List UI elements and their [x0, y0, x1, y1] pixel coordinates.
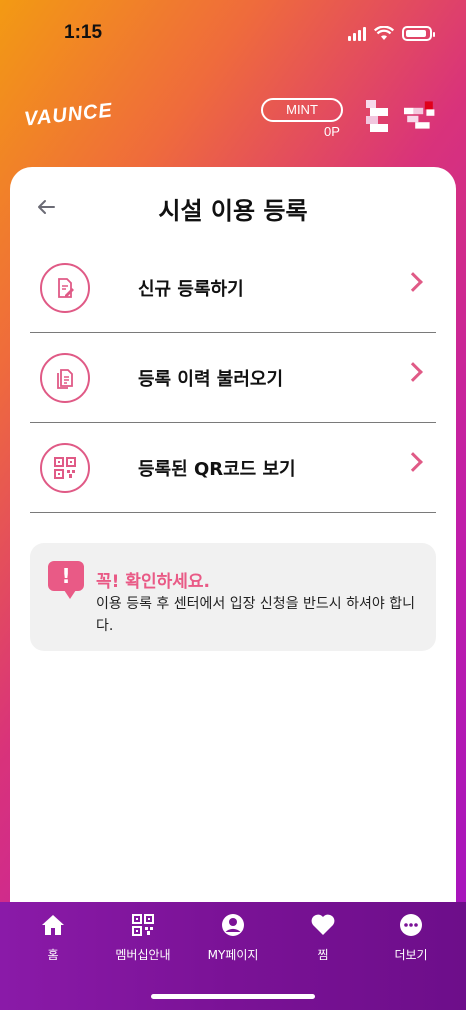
tab-more[interactable]: 더보기: [366, 912, 456, 963]
tab-label: 멤버십안내: [115, 948, 171, 962]
notice-body: 이용 등록 후 센터에서 입장 신청을 반드시 하셔야 합니다.: [96, 596, 415, 634]
menu-item-label: 등록된 QR코드 보기: [138, 458, 296, 480]
tab-label: MY페이지: [207, 948, 259, 962]
heart-icon: [278, 912, 368, 938]
new-registration-item[interactable]: 신규 등록하기: [30, 243, 436, 333]
home-icon: [8, 912, 98, 938]
registration-history-item[interactable]: 등록 이력 불러오기: [30, 333, 436, 423]
tab-label: 더보기: [394, 948, 428, 962]
chevron-right-icon: [403, 362, 423, 382]
tab-home[interactable]: 홈: [8, 912, 98, 963]
notice-title: 꼭! 확인하세요.: [96, 572, 210, 592]
page-title: 시설 이용 등록: [158, 197, 308, 225]
main-card: 시설 이용 등록 신규 등록하기 등록 이력 불러오기 등록된 QR코드 보기 …: [10, 167, 456, 927]
pixelated-name-icon: [404, 101, 435, 129]
edit-document-icon: [40, 262, 90, 313]
user-icon: [188, 912, 278, 938]
battery-icon: [402, 26, 435, 41]
wifi-icon: [374, 26, 394, 40]
status-bar: 1:15: [0, 0, 466, 64]
vaunce-logo: VAUNCE: [23, 99, 114, 131]
chevron-right-icon: [403, 272, 423, 292]
qr-code-icon: [98, 912, 188, 938]
notice-box: ! 꼭! 확인하세요. 이용 등록 후 센터에서 입장 신청을 반드시 하셔야 …: [30, 543, 436, 651]
more-icon: [366, 912, 456, 938]
home-indicator: [151, 994, 315, 999]
tab-membership[interactable]: 멤버십안내: [98, 912, 188, 963]
signal-icon: [348, 26, 366, 41]
points-value: 0P: [324, 124, 340, 139]
menu-list: 신규 등록하기 등록 이력 불러오기 등록된 QR코드 보기: [30, 243, 436, 513]
menu-item-label: 등록 이력 불러오기: [138, 368, 284, 390]
status-icons: [348, 26, 435, 41]
alert-icon: !: [48, 561, 84, 599]
qr-code-item[interactable]: 등록된 QR코드 보기: [30, 423, 436, 513]
status-time: 1:15: [64, 22, 103, 43]
qr-code-icon: [40, 442, 90, 493]
documents-icon: [40, 352, 90, 403]
pixelated-name-icon: [366, 100, 388, 132]
tab-label: 홈: [47, 948, 59, 962]
membership-badge[interactable]: MINT: [261, 98, 343, 122]
tab-favorites[interactable]: 찜: [278, 912, 368, 963]
chevron-right-icon: [403, 452, 423, 472]
menu-item-label: 신규 등록하기: [138, 278, 244, 300]
tab-mypage[interactable]: MY페이지: [188, 912, 278, 963]
tab-label: 찜: [317, 948, 329, 962]
